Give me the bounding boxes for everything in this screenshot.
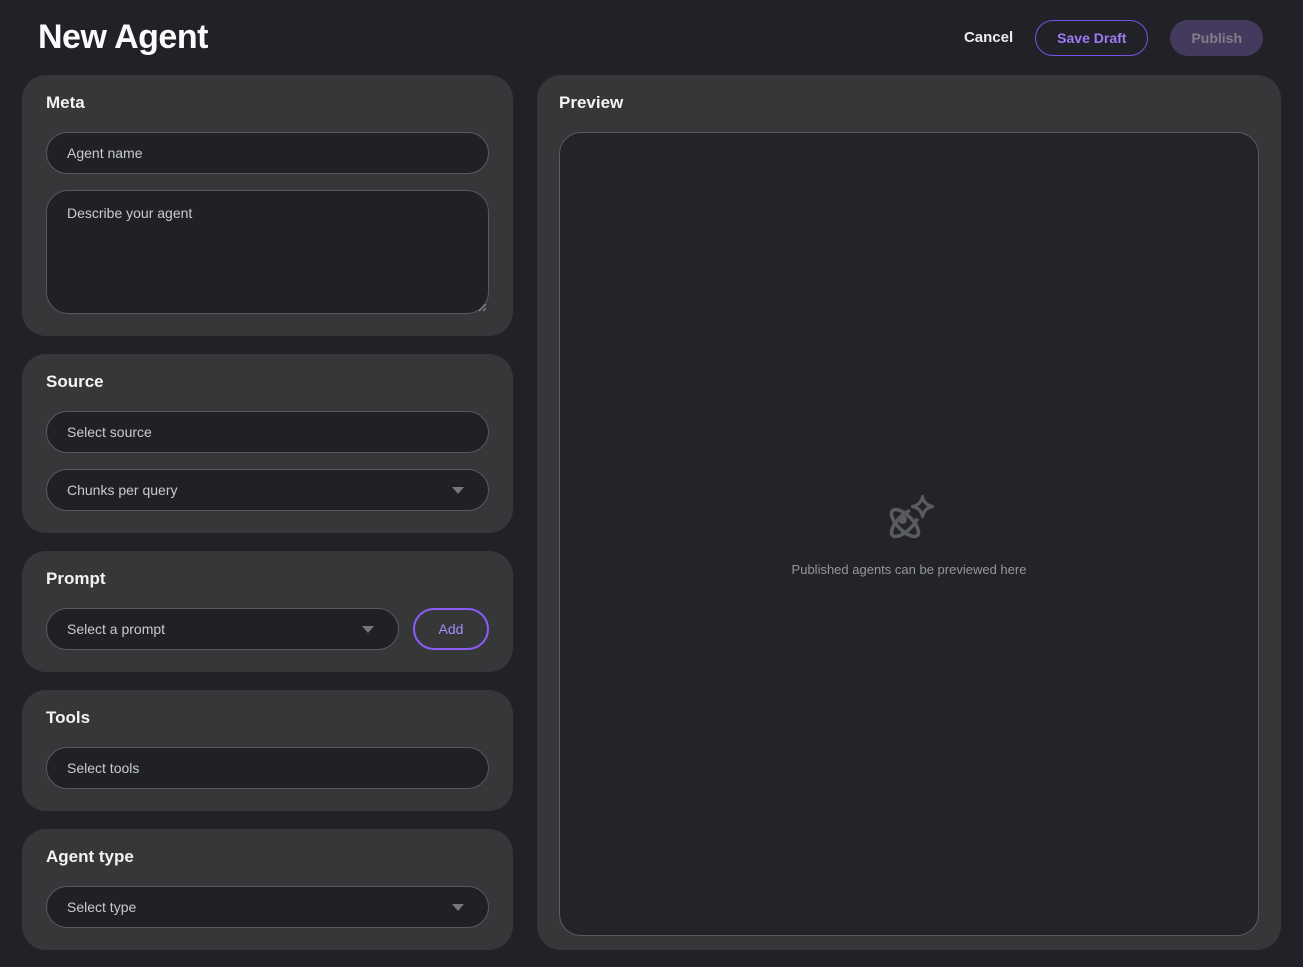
prompt-card-title: Prompt [46, 569, 489, 589]
select-prompt-label: Select a prompt [67, 621, 165, 637]
prompt-row: Select a prompt Add [46, 608, 489, 650]
main-content: Meta Source Chunks per query [0, 75, 1303, 967]
select-source-input[interactable] [46, 411, 489, 453]
tools-card-title: Tools [46, 708, 489, 728]
prompt-card: Prompt Select a prompt Add [22, 551, 513, 672]
agent-name-input[interactable] [46, 132, 489, 174]
page-title: New Agent [38, 18, 208, 57]
select-type-label: Select type [67, 899, 136, 915]
add-prompt-button[interactable]: Add [413, 608, 489, 650]
chevron-down-icon [452, 904, 464, 911]
chunks-per-query-label: Chunks per query [67, 482, 178, 498]
agent-description-field-wrap [46, 190, 489, 314]
atom-sparkle-icon [880, 492, 938, 550]
chevron-down-icon [362, 626, 374, 633]
select-source-field-wrap [46, 411, 489, 453]
tools-card: Tools [22, 690, 513, 811]
publish-button[interactable]: Publish [1170, 20, 1263, 56]
preview-panel: Published agents can be previewed here [559, 132, 1259, 936]
agent-name-field-wrap [46, 132, 489, 174]
source-card-title: Source [46, 372, 489, 392]
topbar: New Agent Cancel Save Draft Publish [0, 0, 1303, 75]
select-tools-input[interactable] [46, 747, 489, 789]
agent-type-card: Agent type Select type [22, 829, 513, 950]
preview-empty-text: Published agents can be previewed here [792, 562, 1027, 577]
form-column: Meta Source Chunks per query [22, 75, 513, 950]
cancel-button[interactable]: Cancel [964, 29, 1013, 46]
select-prompt-select[interactable]: Select a prompt [46, 608, 399, 650]
agent-description-textarea[interactable] [46, 190, 489, 314]
meta-card: Meta [22, 75, 513, 336]
save-draft-button[interactable]: Save Draft [1035, 20, 1148, 56]
meta-card-title: Meta [46, 93, 489, 113]
select-type-select[interactable]: Select type [46, 886, 489, 928]
chunks-per-query-select[interactable]: Chunks per query [46, 469, 489, 511]
preview-card: Preview Published agents can be previewe… [537, 75, 1281, 950]
preview-card-title: Preview [559, 93, 1259, 113]
source-card: Source Chunks per query [22, 354, 513, 533]
topbar-actions: Cancel Save Draft Publish [964, 20, 1263, 56]
agent-type-card-title: Agent type [46, 847, 489, 867]
select-tools-field-wrap [46, 747, 489, 789]
chevron-down-icon [452, 487, 464, 494]
